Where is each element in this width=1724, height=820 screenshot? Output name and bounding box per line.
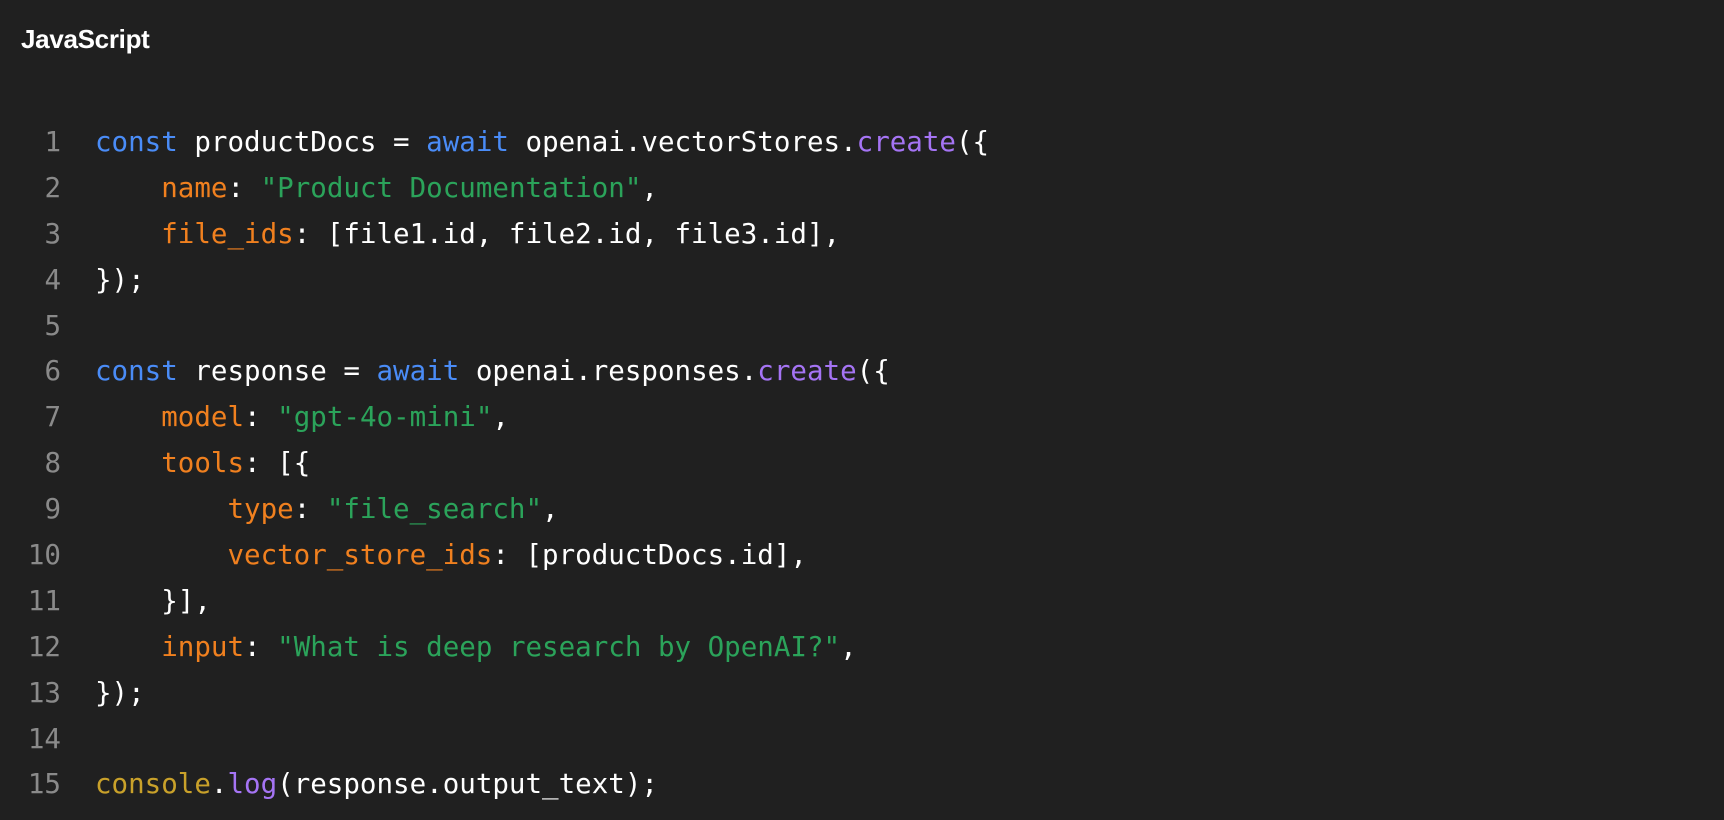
code-line: 2 name: "Product Documentation",	[0, 166, 1724, 212]
line-content: const response = await openai.responses.…	[95, 349, 890, 395]
line-number: 7	[44, 401, 61, 434]
property-key-token: input	[161, 630, 245, 663]
line-content: input: "What is deep research by OpenAI?…	[95, 625, 857, 671]
string-token: "file_search"	[326, 493, 543, 526]
string-token: "gpt-4o-mini"	[277, 401, 493, 434]
property-key-token: type	[227, 493, 294, 526]
code-line: 10 vector_store_ids: [productDocs.id],	[0, 533, 1724, 579]
plain-token: ,	[492, 401, 509, 434]
plain-token: });	[95, 263, 145, 296]
line-number: 10	[27, 539, 61, 572]
string-token: "What is deep research by OpenAI?"	[277, 630, 841, 663]
plain-token: ({	[955, 126, 990, 158]
line-number: 11	[27, 584, 61, 617]
code-line: 4});	[0, 258, 1724, 304]
line-number: 15	[27, 768, 61, 801]
line-number: 8	[44, 447, 61, 480]
plain-token: productDocs =	[177, 126, 427, 158]
plain-token: : [productDocs.id],	[492, 539, 807, 572]
plain-token: :	[293, 493, 327, 526]
line-number: 12	[27, 630, 61, 663]
plain-token: : [file1.id, file2.id, file3.id],	[293, 217, 841, 250]
code-line: 15 console.log(response.output_text);	[0, 762, 1724, 808]
plain-token: openai.responses.	[459, 355, 758, 388]
keyword-token: const	[95, 126, 178, 158]
line-content: file_ids: [file1.id, file2.id, file3.id]…	[95, 212, 840, 258]
plain-token: :	[227, 171, 261, 204]
line-number: 1	[44, 126, 61, 158]
line-content: name: "Product Documentation",	[95, 166, 658, 212]
line-content: }],	[95, 579, 211, 625]
plain-token: :	[244, 630, 278, 663]
plain-token: }],	[95, 584, 211, 617]
function-token: create	[757, 355, 857, 388]
line-number: 14	[27, 722, 61, 755]
line-content: });	[95, 258, 145, 304]
code-line: 7 model: "gpt-4o-mini",	[0, 395, 1724, 441]
property-key-token: vector_store_ids	[227, 539, 493, 572]
plain-token: (response.output_text);	[277, 768, 658, 801]
line-number: 9	[44, 493, 61, 526]
code-line: 1 const productDocs = await openai.vector…	[0, 120, 1724, 166]
code-line: 11 }],	[0, 579, 1724, 625]
code-line: 5	[0, 304, 1724, 350]
property-key-token: name	[161, 171, 228, 204]
line-number: 13	[27, 676, 61, 709]
plain-token: : [{	[244, 447, 311, 480]
code-area[interactable]: 1 const productDocs = await openai.vector…	[0, 120, 1724, 808]
string-token: "Product Documentation"	[260, 171, 642, 204]
code-line: 12 input: "What is deep research by Open…	[0, 625, 1724, 671]
line-number: 2	[44, 171, 61, 204]
code-line: 9 type: "file_search",	[0, 487, 1724, 533]
plain-token: ,	[641, 171, 658, 204]
function-token: create	[856, 126, 956, 158]
plain-token: :	[244, 401, 278, 434]
plain-token: openai.vectorStores.	[508, 126, 857, 158]
plain-token: response =	[177, 355, 377, 388]
keyword-token: await	[376, 355, 460, 388]
code-line: 8 tools: [{	[0, 441, 1724, 487]
line-content: });	[95, 671, 145, 717]
line-content: tools: [{	[95, 441, 310, 487]
line-number: 3	[44, 217, 61, 250]
code-block: JavaScript 1 const productDocs = await op…	[0, 0, 1724, 820]
line-content: model: "gpt-4o-mini",	[95, 395, 509, 441]
property-key-token: file_ids	[161, 217, 294, 250]
line-content: const productDocs = await openai.vectorS…	[95, 120, 989, 166]
keyword-token: const	[95, 355, 178, 388]
plain-token: });	[95, 676, 145, 709]
code-line: 14	[0, 717, 1724, 763]
property-key-token: tools	[161, 447, 245, 480]
code-line: 3 file_ids: [file1.id, file2.id, file3.i…	[0, 212, 1724, 258]
plain-token: ,	[542, 493, 559, 526]
code-line: 13});	[0, 671, 1724, 717]
plain-token: .	[210, 768, 228, 801]
plain-token: ,	[840, 630, 857, 663]
line-content: console.log(response.output_text);	[95, 762, 658, 808]
property-key-token: model	[161, 401, 245, 434]
line-number: 6	[44, 355, 61, 388]
global-object-token: console	[95, 768, 211, 801]
language-label: JavaScript	[21, 24, 150, 54]
line-number: 4	[44, 263, 61, 296]
line-content: type: "file_search",	[95, 487, 559, 533]
keyword-token: await	[426, 126, 509, 158]
line-content: vector_store_ids: [productDocs.id],	[95, 533, 807, 579]
plain-token: ({	[856, 355, 890, 388]
line-number: 5	[44, 309, 61, 342]
code-line: 6 const response = await openai.responses…	[0, 349, 1724, 395]
function-token: log	[227, 768, 278, 801]
